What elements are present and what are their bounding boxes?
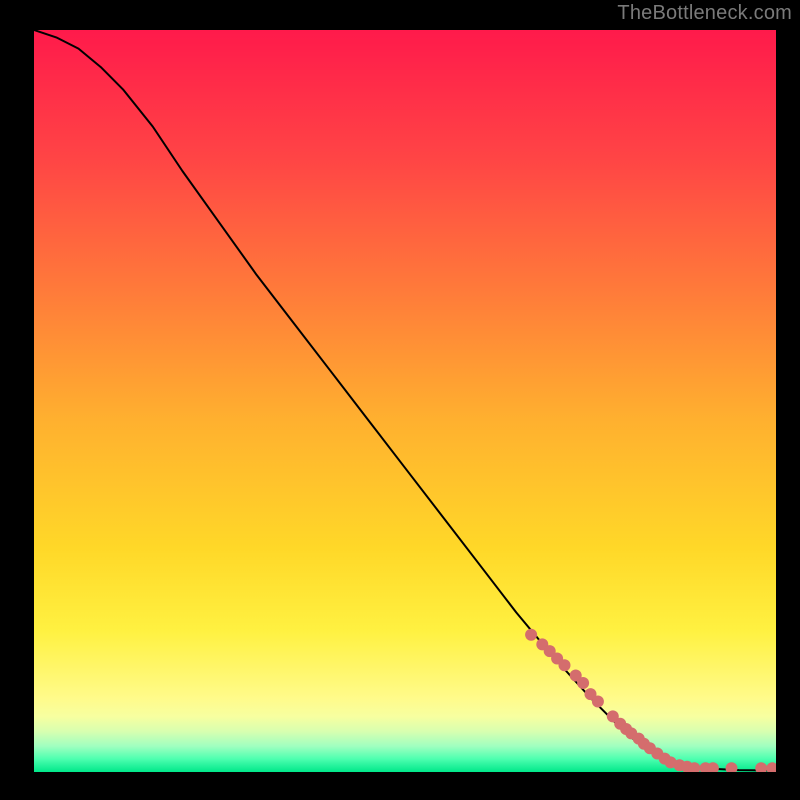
marker-point (755, 762, 767, 772)
watermark-text: TheBottleneck.com (617, 2, 792, 25)
curve-line (34, 30, 776, 771)
marker-point (559, 659, 571, 671)
marker-point (577, 677, 589, 689)
plot-area (34, 30, 776, 772)
marker-point (592, 696, 604, 708)
marker-point (766, 762, 776, 772)
chart-frame: TheBottleneck.com (0, 0, 800, 800)
chart-overlay (34, 30, 776, 772)
marker-point (726, 762, 738, 772)
marker-point (525, 629, 537, 641)
marker-points (525, 629, 776, 772)
